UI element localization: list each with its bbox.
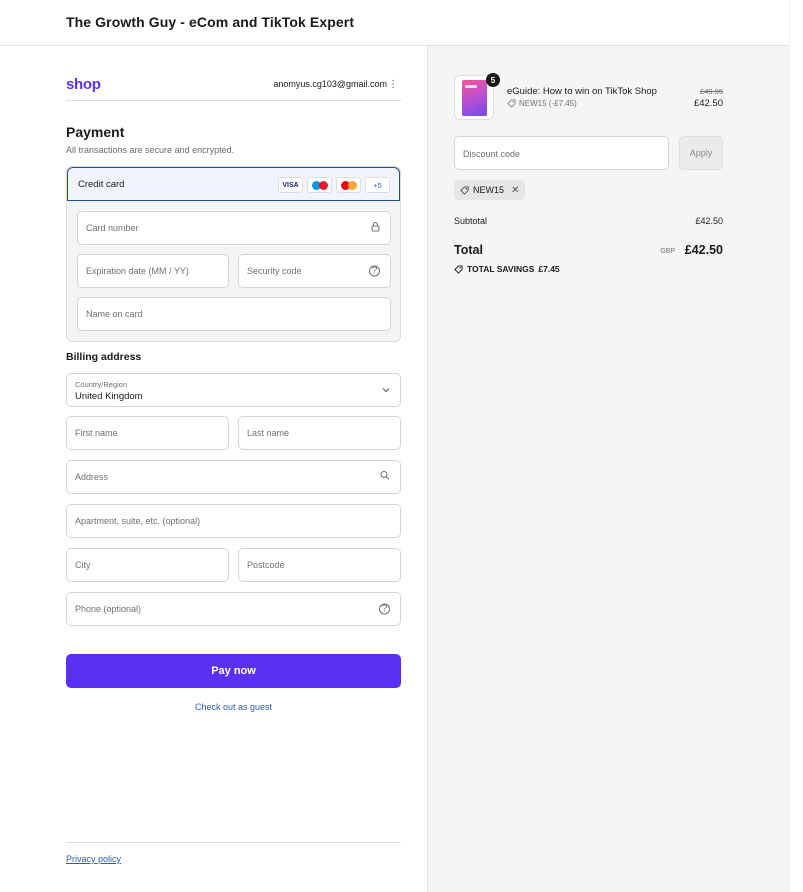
help-icon[interactable]: ? bbox=[369, 265, 380, 277]
postcode-placeholder: Postcode bbox=[247, 560, 285, 570]
product-name: eGuide: How to win on TikTok Shop bbox=[507, 86, 657, 97]
subtotal-label: Subtotal bbox=[454, 216, 488, 226]
help-icon[interactable]: ? bbox=[379, 603, 390, 615]
total-value: £42.50 bbox=[684, 243, 723, 257]
lock-icon bbox=[371, 222, 380, 235]
total-label: Total bbox=[454, 243, 483, 257]
order-summary: 5 eGuide: How to win on TikTok Shop NEW1… bbox=[427, 46, 789, 892]
address-field[interactable]: Address bbox=[66, 460, 401, 494]
first-name-placeholder: First name bbox=[75, 428, 118, 438]
discount-code-placeholder: Discount code bbox=[463, 149, 521, 159]
total-savings: TOTAL SAVINGS £7.45 bbox=[454, 264, 560, 274]
card-number-field[interactable]: Card number bbox=[77, 211, 391, 245]
divider bbox=[66, 842, 401, 843]
name-on-card-placeholder: Name on card bbox=[86, 309, 143, 319]
credit-card-option[interactable]: Credit card VISA +5 bbox=[67, 167, 400, 201]
original-price: £49.95 bbox=[700, 87, 723, 96]
expiry-field[interactable]: Expiration date (MM / YY) bbox=[77, 254, 229, 288]
tag-icon bbox=[460, 185, 469, 195]
scrollbar[interactable] bbox=[789, 0, 803, 892]
security-code-field[interactable]: Security code ? bbox=[238, 254, 391, 288]
discount-code-input[interactable]: Discount code bbox=[454, 136, 669, 170]
apartment-placeholder: Apartment, suite, etc. (optional) bbox=[75, 516, 201, 526]
city-placeholder: City bbox=[75, 560, 91, 570]
maestro-icon bbox=[307, 177, 332, 193]
subtotal-value: £42.50 bbox=[695, 216, 723, 226]
mastercard-icon bbox=[336, 177, 361, 193]
postcode-field[interactable]: Postcode bbox=[238, 548, 401, 582]
country-value: United Kingdom bbox=[75, 391, 143, 402]
close-icon[interactable]: ✕ bbox=[511, 185, 519, 196]
city-field[interactable]: City bbox=[66, 548, 229, 582]
credit-card-section: Credit card VISA +5 Card number Expirati… bbox=[66, 166, 401, 342]
address-placeholder: Address bbox=[75, 472, 109, 482]
divider bbox=[66, 100, 401, 101]
shop-logo: shop bbox=[66, 76, 101, 93]
product-discount-text: NEW15 (-£7.45) bbox=[519, 99, 577, 108]
store-header: The Growth Guy - eCom and TikTok Expert bbox=[0, 0, 789, 46]
apply-button[interactable]: Apply bbox=[679, 136, 723, 170]
country-label: Country/Region bbox=[75, 380, 128, 389]
phone-placeholder: Phone (optional) bbox=[75, 604, 142, 614]
product-image bbox=[462, 80, 487, 116]
savings-value: £7.45 bbox=[538, 264, 560, 274]
credit-card-label: Credit card bbox=[78, 179, 125, 190]
country-select[interactable]: Country/Region United Kingdom bbox=[66, 373, 401, 407]
privacy-policy-link[interactable]: Privacy policy bbox=[66, 854, 121, 864]
billing-title: Billing address bbox=[66, 351, 142, 363]
visa-icon: VISA bbox=[278, 177, 303, 193]
phone-field[interactable]: Phone (optional) ? bbox=[66, 592, 401, 626]
last-name-placeholder: Last name bbox=[247, 428, 290, 438]
chevron-down-icon bbox=[382, 385, 390, 396]
card-number-placeholder: Card number bbox=[86, 223, 139, 233]
payment-title: Payment bbox=[66, 124, 125, 140]
card-brand-logos: VISA +5 bbox=[278, 177, 390, 193]
expiry-placeholder: Expiration date (MM / YY) bbox=[86, 266, 189, 276]
product-discount: NEW15 (-£7.45) bbox=[507, 99, 577, 108]
quantity-badge: 5 bbox=[486, 73, 500, 87]
applied-code: NEW15 bbox=[473, 185, 505, 195]
first-name-field[interactable]: First name bbox=[66, 416, 229, 450]
more-cards-badge[interactable]: +5 bbox=[365, 177, 390, 193]
payment-subtitle: All transactions are secure and encrypte… bbox=[66, 145, 235, 155]
name-on-card-field[interactable]: Name on card bbox=[77, 297, 391, 331]
savings-label: TOTAL SAVINGS bbox=[467, 264, 535, 274]
apartment-field[interactable]: Apartment, suite, etc. (optional) bbox=[66, 504, 401, 538]
pay-now-button[interactable]: Pay now bbox=[66, 654, 401, 688]
account-email: anomyus.cg103@gmail.com bbox=[273, 79, 387, 89]
last-name-field[interactable]: Last name bbox=[238, 416, 401, 450]
checkout-form: shop anomyus.cg103@gmail.com ⋮ Payment A… bbox=[0, 46, 427, 892]
store-title[interactable]: The Growth Guy - eCom and TikTok Expert bbox=[66, 14, 354, 30]
guest-checkout-link[interactable]: Check out as guest bbox=[66, 702, 401, 712]
search-icon bbox=[380, 471, 390, 484]
security-code-placeholder: Security code bbox=[247, 266, 302, 276]
tag-icon bbox=[454, 264, 463, 274]
account-menu-icon[interactable]: ⋮ bbox=[388, 79, 398, 90]
tag-icon bbox=[507, 99, 516, 108]
currency-code: GBP bbox=[660, 248, 675, 255]
applied-code-chip: NEW15 ✕ bbox=[454, 180, 526, 200]
product-price: £42.50 bbox=[693, 98, 723, 109]
